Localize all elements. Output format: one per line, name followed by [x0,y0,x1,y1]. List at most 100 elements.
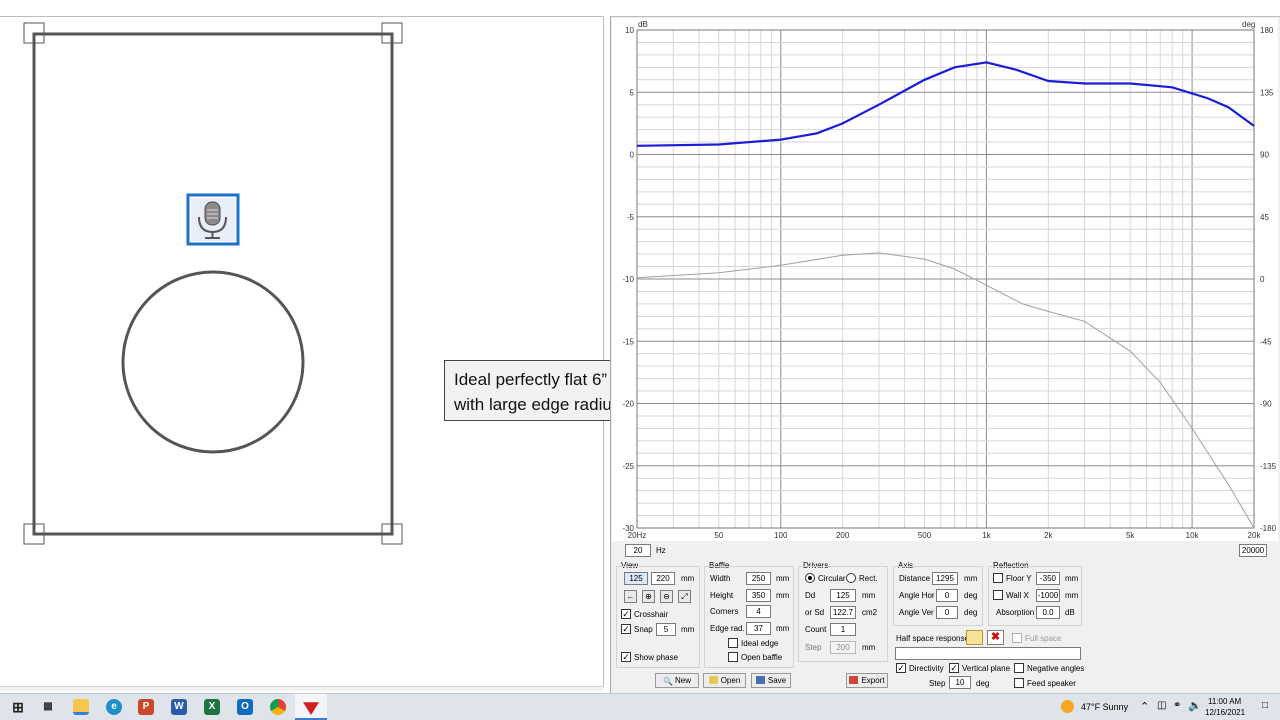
driver-step-label: Step [805,643,822,652]
full-space-label: Full space [1025,634,1062,643]
half-space-path-input[interactable] [895,647,1081,660]
zoom-in-icon[interactable]: ⊕ [642,590,655,603]
circular-radio[interactable] [805,573,815,583]
ideal-edge-label: Ideal edge [741,639,779,648]
weather-text[interactable]: 47°F Sunny [1081,702,1128,712]
windows-start-icon[interactable]: ⊞ [10,699,26,715]
sd-input[interactable]: 122.7 [830,606,856,619]
freq-unit-label: Hz [656,546,666,555]
export-button[interactable]: Export [846,673,888,688]
width-label: Width [710,574,731,583]
y-left-tick-label: -15 [622,337,634,346]
height-unit-label: mm [776,591,790,600]
weather-sun-icon [1061,700,1074,713]
count-input[interactable]: 1 [830,623,856,636]
feed-speaker-checkbox[interactable] [1014,678,1024,688]
x-tick-label: 100 [774,531,788,540]
volume-icon[interactable]: 🔈 [1188,699,1202,712]
open-button[interactable]: Open [703,673,746,688]
series-line-spl [636,61,1255,147]
freq-min-input[interactable]: 20 [625,544,651,557]
snap-input[interactable]: 5 [656,623,676,636]
outlook-icon[interactable]: O [237,699,253,715]
full-space-checkbox[interactable] [1012,633,1022,643]
directivity-step-label: Step [929,679,946,688]
x-tick-label: 5k [1126,531,1135,540]
powerpoint-icon[interactable]: P [138,699,154,715]
distance-input[interactable]: 1295 [932,572,958,585]
frequency-response-chart[interactable]: 20Hz 50 100 200 500 1k 2k 5k 10k 20k1050-5-10-15-… [0,0,1280,545]
fit-view-icon[interactable]: ⤢ [678,590,691,603]
excel-icon[interactable]: X [204,699,220,715]
negative-angles-checkbox[interactable] [1014,663,1024,673]
x-tick-label: 2k [1044,531,1053,540]
floppy-disk-icon [755,676,765,684]
x-tick-label: 50 [714,531,723,540]
negative-angles-label: Negative angles [1027,664,1085,673]
load-folder-icon[interactable] [966,630,983,645]
ideal-edge-checkbox[interactable] [728,638,738,648]
driver-step-input[interactable]: 200 [830,641,856,654]
floor-input[interactable]: -350 [1036,572,1060,585]
angle-hor-input[interactable]: 0 [936,589,958,602]
save-button[interactable]: Save [751,673,791,688]
absorption-input[interactable]: 0.0 [1036,606,1060,619]
width-unit-label: mm [776,574,790,583]
vertical-plane-label: Vertical plane [962,664,1011,673]
clock-time[interactable]: 11:00 AM [1208,697,1241,706]
wall-checkbox[interactable] [993,590,1003,600]
distance-unit-label: mm [964,574,978,583]
dd-label: Dd [805,591,816,600]
chrome-icon[interactable] [270,699,286,715]
show-phase-checkbox[interactable]: ✓ [621,652,631,662]
edge-radius-input[interactable]: 37 [746,622,771,635]
height-input[interactable]: 350 [746,589,771,602]
task-view-icon[interactable]: ▦ [40,699,56,715]
open-baffle-checkbox[interactable] [728,652,738,662]
tray-chevron-icon[interactable]: ⌃ [1140,700,1149,713]
y-right-unit-label: deg [1242,20,1255,29]
angle-ver-input[interactable]: 0 [936,606,958,619]
y-left-tick-label: -5 [627,213,635,222]
view-x-input[interactable]: 125 [624,572,648,585]
corners-input[interactable]: 4 [746,605,771,618]
y-left-unit-label: dB [638,20,648,29]
y-right-tick-label: -135 [1260,462,1277,471]
editor-bottom-scrollbar[interactable] [0,686,604,691]
export-icon [849,676,859,684]
new-button[interactable]: 🔍 New [655,673,699,688]
y-right-tick-label: 0 [1260,275,1265,284]
wall-input[interactable]: -1000 [1036,589,1060,602]
directivity-step-input[interactable]: 10 [949,676,971,689]
view-y-input[interactable]: 220 [651,572,675,585]
battery-icon: ◫ [1157,700,1167,711]
y-left-tick-label: 0 [630,151,635,160]
y-left-tick-label: -10 [622,275,634,284]
edge-browser-icon[interactable]: e [106,699,122,715]
zoom-left-button[interactable]: ← [624,590,637,603]
y-left-tick-label: -20 [622,400,634,409]
corners-label: Corners [710,607,739,616]
clear-close-icon[interactable]: ✖ [987,630,1004,645]
absorption-label: Absorption [996,608,1035,617]
directivity-checkbox[interactable]: ✓ [896,663,906,673]
network-icon[interactable]: ⚭ [1173,700,1181,711]
snap-checkbox[interactable]: ✓ [621,624,631,634]
rect-radio[interactable] [846,573,856,583]
vertical-plane-checkbox[interactable]: ✓ [949,663,959,673]
floor-checkbox[interactable] [993,573,1003,583]
wall-unit-label: mm [1065,591,1079,600]
notifications-icon[interactable]: □ [1262,700,1268,711]
width-input[interactable]: 250 [746,572,771,585]
zoom-out-icon[interactable]: ⊖ [660,590,673,603]
x-tick-label: 200 [836,531,850,540]
word-icon[interactable]: W [171,699,187,715]
dd-input[interactable]: 125 [830,589,856,602]
open-baffle-label: Open baffle [741,653,783,662]
clock-date[interactable]: 12/16/2021 [1205,708,1245,717]
freq-max-input[interactable]: 20000 [1239,544,1267,557]
y-right-tick-label: -90 [1260,400,1272,409]
file-explorer-icon[interactable] [73,699,89,715]
view-unit-label: mm [681,574,695,583]
crosshair-checkbox[interactable]: ✓ [621,609,631,619]
